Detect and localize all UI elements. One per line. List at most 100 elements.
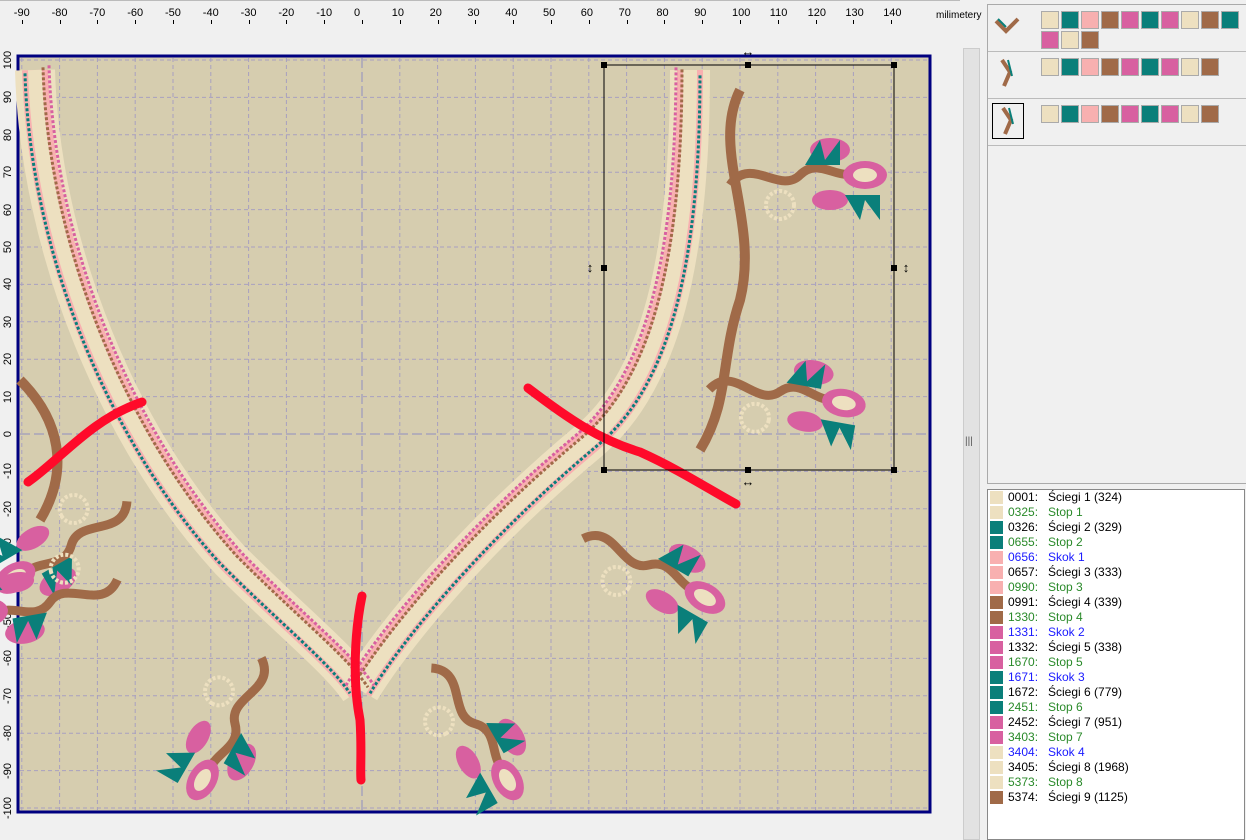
color-swatch[interactable]: [1161, 58, 1179, 76]
design-thumbnails-panel: [987, 4, 1246, 484]
color-swatch[interactable]: [1121, 58, 1139, 76]
stitch-list-item[interactable]: 0656: Skok 1: [988, 550, 1244, 565]
stitch-list-item[interactable]: 0655: Stop 2: [988, 535, 1244, 550]
color-swatch[interactable]: [1081, 11, 1099, 29]
stitch-number: 1330:: [1008, 610, 1039, 624]
stitch-list-item[interactable]: 3403: Stop 7: [988, 730, 1244, 745]
stitch-number: 2451:: [1008, 700, 1039, 714]
color-swatch[interactable]: [1041, 105, 1059, 123]
stitch-number: 0657:: [1008, 565, 1039, 579]
stitch-list-item[interactable]: 5374: Ściegi 9 (1125): [988, 790, 1244, 805]
stitch-list-item[interactable]: 0991: Ściegi 4 (339): [988, 595, 1244, 610]
color-swatch[interactable]: [1101, 11, 1119, 29]
stitch-label: Stop 6: [1048, 700, 1083, 714]
thread-color-swatch: [990, 671, 1003, 684]
resize-handle[interactable]: [891, 62, 897, 68]
stitch-number: 0325:: [1008, 505, 1039, 519]
color-swatch[interactable]: [1081, 31, 1099, 49]
stitch-label: Ściegi 9 (1125): [1048, 790, 1128, 804]
stitch-label: Ściegi 4 (339): [1048, 595, 1123, 609]
design-thumbnail-icon[interactable]: [992, 103, 1024, 139]
stitch-list-item[interactable]: 1670: Stop 5: [988, 655, 1244, 670]
stitch-list-item[interactable]: 2451: Stop 6: [988, 700, 1244, 715]
vertical-scrollbar[interactable]: [962, 28, 980, 840]
stitch-sequence-list[interactable]: 0001: Ściegi 1 (324) 0325: Stop 1 0326: Ścieg…: [987, 489, 1245, 840]
color-swatch[interactable]: [1101, 105, 1119, 123]
thread-color-swatch: [990, 536, 1003, 549]
color-swatch[interactable]: [1141, 11, 1159, 29]
resize-arrow-icon: ↔: [742, 474, 755, 489]
thread-color-swatch: [990, 506, 1003, 519]
stitch-list-item[interactable]: 1330: Stop 4: [988, 610, 1244, 625]
stitch-list-item[interactable]: 1672: Ściegi 6 (779): [988, 685, 1244, 700]
color-swatch[interactable]: [1161, 105, 1179, 123]
thread-color-swatch: [990, 716, 1003, 729]
color-swatch[interactable]: [1061, 105, 1079, 123]
color-swatch[interactable]: [1201, 105, 1219, 123]
thread-color-swatch: [990, 641, 1003, 654]
splitter-handle[interactable]: |||: [965, 436, 973, 447]
stitch-list-item[interactable]: 0990: Stop 3: [988, 580, 1244, 595]
color-swatch[interactable]: [1121, 11, 1139, 29]
color-swatch[interactable]: [1221, 11, 1239, 29]
resize-handle[interactable]: [601, 62, 607, 68]
thread-color-swatch: [990, 656, 1003, 669]
stitch-number: 0991:: [1008, 595, 1039, 609]
thread-color-swatch: [990, 701, 1003, 714]
stitch-list-item[interactable]: 2452: Ściegi 7 (951): [988, 715, 1244, 730]
thumbnail-row[interactable]: [988, 5, 1246, 52]
thumbnail-row[interactable]: [988, 99, 1246, 146]
color-swatch[interactable]: [1041, 11, 1059, 29]
color-swatch[interactable]: [1181, 11, 1199, 29]
color-swatch[interactable]: [1141, 105, 1159, 123]
resize-handle[interactable]: [601, 265, 607, 271]
stitch-list-item[interactable]: 5373: Stop 8: [988, 775, 1244, 790]
design-thumbnail-icon[interactable]: [992, 56, 1022, 90]
design-thumbnail-icon[interactable]: [992, 9, 1022, 43]
stitch-list-item[interactable]: 1331: Skok 2: [988, 625, 1244, 640]
color-swatch[interactable]: [1201, 11, 1219, 29]
color-swatch[interactable]: [1141, 58, 1159, 76]
color-swatch[interactable]: [1181, 105, 1199, 123]
color-swatch[interactable]: [1061, 31, 1079, 49]
resize-handle[interactable]: [745, 467, 751, 473]
color-swatch[interactable]: [1121, 105, 1139, 123]
stitch-label: Skok 2: [1048, 625, 1085, 639]
resize-handle[interactable]: [891, 467, 897, 473]
stitch-number: 0326:: [1008, 520, 1039, 534]
color-swatch[interactable]: [1041, 31, 1059, 49]
color-swatch[interactable]: [1181, 58, 1199, 76]
stitch-list-item[interactable]: 1671: Skok 3: [988, 670, 1244, 685]
color-swatch[interactable]: [1061, 58, 1079, 76]
color-swatch[interactable]: [1201, 58, 1219, 76]
stitch-number: 1670:: [1008, 655, 1039, 669]
stitch-list-item[interactable]: 0001: Ściegi 1 (324): [988, 490, 1244, 505]
resize-handle[interactable]: [745, 62, 751, 68]
thread-color-swatch: [990, 761, 1003, 774]
stitch-label: Ściegi 2 (329): [1048, 520, 1123, 534]
thread-color-swatch: [990, 776, 1003, 789]
stitch-list-item[interactable]: 3404: Skok 4: [988, 745, 1244, 760]
stitch-list-item[interactable]: 3405: Ściegi 8 (1968): [988, 760, 1244, 775]
stitch-number: 1331:: [1008, 625, 1039, 639]
color-swatch[interactable]: [1081, 58, 1099, 76]
stitch-list-item[interactable]: 0325: Stop 1: [988, 505, 1244, 520]
color-swatch[interactable]: [1061, 11, 1079, 29]
thumbnail-row[interactable]: [988, 52, 1246, 99]
stitch-label: Skok 4: [1048, 745, 1085, 759]
color-swatch[interactable]: [1101, 58, 1119, 76]
stitch-list-item[interactable]: 0657: Ściegi 3 (333): [988, 565, 1244, 580]
resize-handle[interactable]: [601, 467, 607, 473]
color-swatch[interactable]: [1081, 105, 1099, 123]
stitch-label: Stop 2: [1048, 535, 1083, 549]
stitch-list-item[interactable]: 1332: Ściegi 5 (338): [988, 640, 1244, 655]
stitch-list-item[interactable]: 0326: Ściegi 2 (329): [988, 520, 1244, 535]
stitch-label: Stop 7: [1048, 730, 1083, 744]
design-canvas[interactable]: ↔ ↔ ↕ ↕: [0, 0, 960, 838]
color-swatch[interactable]: [1041, 58, 1059, 76]
stitch-label: Stop 5: [1048, 655, 1083, 669]
stitch-number: 1671:: [1008, 670, 1039, 684]
resize-handle[interactable]: [891, 265, 897, 271]
thread-color-swatch: [990, 686, 1003, 699]
color-swatch[interactable]: [1161, 11, 1179, 29]
